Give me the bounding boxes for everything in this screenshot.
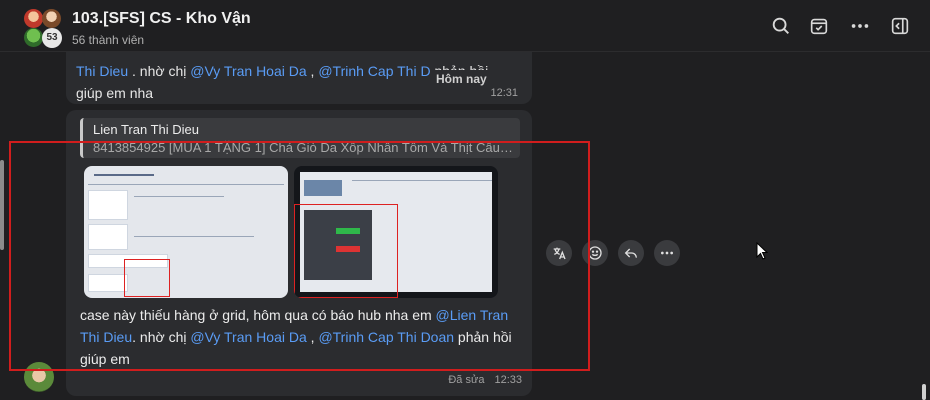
message-meta: Đã sửa 12:33: [438, 374, 522, 386]
group-title[interactable]: 103.[SFS] CS - Kho Vận: [72, 10, 251, 28]
message-time: 12:31: [490, 87, 518, 99]
search-icon[interactable]: [770, 15, 792, 37]
mention[interactable]: Thi Dieu: [76, 63, 128, 79]
more-icon[interactable]: [654, 240, 680, 266]
member-avatar: [24, 9, 43, 28]
more-icon[interactable]: [849, 15, 871, 37]
calendar-check-icon[interactable]: [808, 15, 830, 37]
message-time: 12:33: [494, 374, 522, 386]
member-count-badge: 53: [42, 28, 62, 48]
message-text-part: . nhờ chị: [128, 63, 191, 79]
mention[interactable]: @Vy Tran Hoai Da: [190, 63, 306, 79]
member-avatar: [42, 9, 61, 28]
sidebar-icon[interactable]: [889, 15, 911, 37]
member-avatar: [24, 28, 43, 47]
left-scrollbar[interactable]: [0, 160, 4, 250]
chat-header: 53 103.[SFS] CS - Kho Vận 56 thành viên: [0, 0, 930, 52]
member-count[interactable]: 56 thành viên: [72, 33, 144, 47]
right-scrollbar[interactable]: [922, 384, 926, 400]
edited-label: Đã sửa: [448, 374, 485, 386]
quoted-sender: Lien Tran Thi Dieu: [93, 122, 199, 137]
group-avatar[interactable]: 53: [24, 9, 64, 48]
date-separator: Hôm nay: [432, 70, 491, 88]
message-text-part: ,: [306, 63, 319, 79]
mouse-cursor-icon: [756, 241, 769, 260]
highlight-box: [9, 141, 590, 371]
mention[interactable]: @Trinh Cap Thi D: [318, 63, 430, 79]
reply-icon[interactable]: [618, 240, 644, 266]
